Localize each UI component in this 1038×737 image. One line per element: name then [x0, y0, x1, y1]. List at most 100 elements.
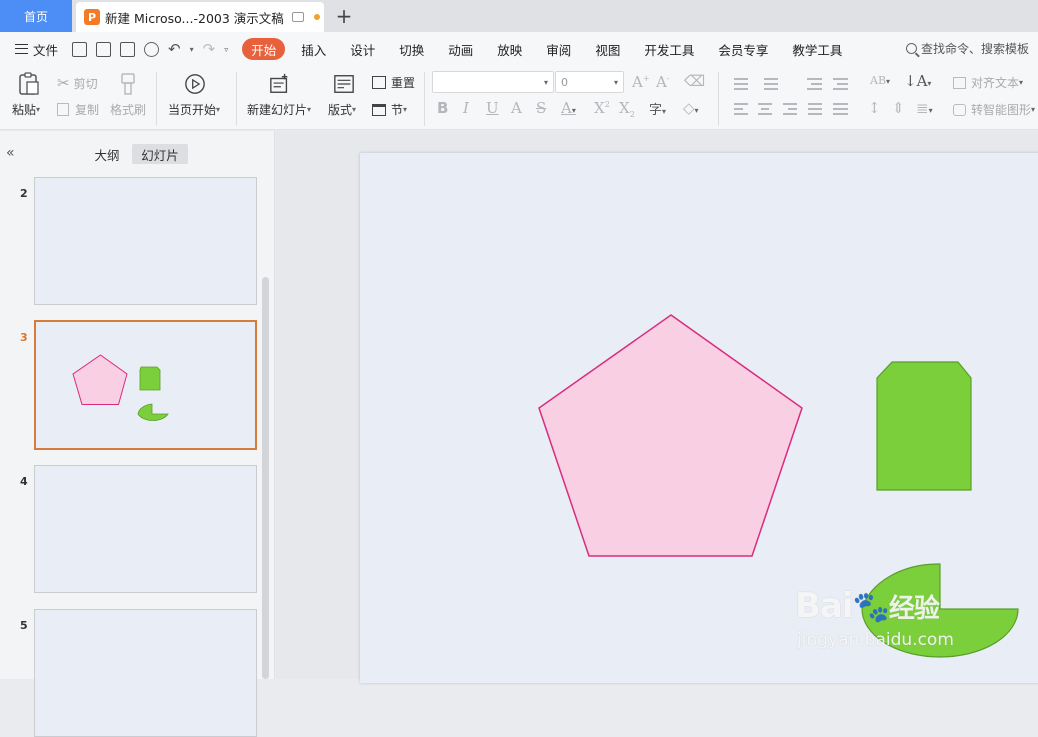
file-menu-button[interactable]: 文件 — [15, 40, 58, 59]
thumbnail-green-rect — [139, 366, 161, 391]
pentagon-shape[interactable] — [538, 314, 803, 557]
paragraph-spacing-icon[interactable]: ⇕ — [892, 99, 905, 117]
slide-thumbnail-5[interactable] — [34, 609, 257, 737]
menu-bar: 文件 ↶ ▾ ↷ ▿ 开始 插入 设计 切换 动画 放映 审阅 视图 开发工具 会… — [0, 32, 1038, 66]
subscript-icon[interactable]: X2 — [619, 99, 635, 119]
undo-dropdown-icon[interactable]: ▾ — [190, 45, 194, 54]
slide-thumbnail-4[interactable] — [34, 465, 257, 593]
slide-thumbnail-2[interactable] — [34, 177, 257, 305]
tab-member[interactable]: 会员专享 — [706, 38, 780, 60]
watermark-brand: Bai — [795, 586, 854, 626]
tab-developer[interactable]: 开发工具 — [632, 38, 706, 60]
tab-outline[interactable]: 大纲 — [88, 144, 126, 164]
print-icon[interactable] — [120, 41, 136, 57]
smart-graphic-button[interactable]: 转智能图形 ▾ — [953, 101, 1035, 118]
strikethrough-icon[interactable]: S — [536, 99, 546, 117]
tab-slideshow[interactable]: 放映 — [485, 38, 534, 60]
font-name-select[interactable]: ▾ — [432, 71, 554, 93]
underline-icon[interactable]: U — [486, 99, 499, 117]
file-menu-label: 文件 — [33, 42, 59, 58]
tab-teaching-tools[interactable]: 教学工具 — [780, 38, 854, 60]
layout-button[interactable]: 版式 ▾ — [328, 101, 356, 118]
command-search-label: 查找命令、搜索模板 — [921, 42, 1030, 56]
new-slide-button[interactable]: 新建幻灯片 ▾ — [247, 101, 311, 118]
copy-icon — [57, 103, 69, 116]
panel-scrollbar[interactable] — [262, 277, 269, 679]
tab-view[interactable]: 视图 — [583, 38, 632, 60]
tab-design[interactable]: 设计 — [338, 38, 387, 60]
paw-icon: 🐾 — [852, 590, 890, 625]
highlight-icon[interactable]: ◇▾ — [683, 99, 699, 117]
unsaved-dot-icon — [313, 14, 320, 20]
font-size-select[interactable]: 0 ▾ — [555, 71, 624, 93]
italic-icon[interactable]: I — [463, 99, 469, 117]
quick-access-toolbar: ↶ ▾ ↷ ▿ — [72, 41, 228, 57]
thumbnail-pentagon — [72, 354, 128, 405]
font-size-value: 0 — [561, 75, 568, 89]
format-painter-icon[interactable] — [118, 72, 140, 96]
ribbon-separator — [236, 72, 237, 126]
tab-transition[interactable]: 切换 — [387, 38, 436, 60]
slide-number: 3 — [20, 331, 28, 344]
decrease-font-icon[interactable]: A- — [656, 73, 670, 91]
collapse-panel-icon[interactable]: « — [6, 145, 15, 161]
increase-font-icon[interactable]: A+ — [632, 73, 650, 91]
tab-review[interactable]: 审阅 — [534, 38, 583, 60]
paste-button[interactable]: 粘贴 ▾ — [12, 101, 40, 118]
phonetic-guide-icon[interactable]: 字▾ — [649, 99, 666, 118]
tab-start[interactable]: 开始 — [242, 38, 286, 60]
thumbnail-preview — [72, 354, 169, 421]
save-icon[interactable] — [72, 41, 88, 57]
slide-number: 2 — [20, 187, 28, 200]
align-text-icon — [953, 76, 966, 89]
sort-icon[interactable]: ↓A▾ — [904, 72, 931, 90]
redo-icon[interactable]: ↷ — [203, 41, 216, 57]
tab-slides[interactable]: 幻灯片 — [132, 144, 188, 164]
superscript-icon[interactable]: X2 — [594, 99, 610, 117]
ribbon-toolbar: 粘贴 ▾ ✂ 剪切 复制 格式刷 当页开始 ▾ 新建幻灯片 ▾ 版式 ▾ 重置 节 ▾ ▾ … — [0, 66, 1038, 130]
align-text-button[interactable]: 对齐文本 ▾ — [953, 74, 1023, 91]
hamburger-icon — [15, 44, 28, 54]
new-tab-plus-icon[interactable]: + — [334, 4, 354, 28]
watermark-url: jingyan.baidu.com — [797, 630, 954, 650]
layout-icon[interactable] — [333, 72, 355, 96]
tab-home[interactable]: 首页 — [0, 0, 72, 32]
undo-icon[interactable]: ↶ — [168, 41, 181, 57]
window-icon[interactable] — [291, 12, 304, 22]
slide-thumbnail-3[interactable] — [34, 320, 257, 450]
watermark-brand-cn: 经验 — [888, 594, 940, 624]
thumbnail-green-pie — [137, 403, 169, 421]
tab-insert[interactable]: 插入 — [289, 38, 338, 60]
cut-button[interactable]: ✂ 剪切 — [57, 74, 98, 92]
export-icon[interactable] — [96, 41, 112, 57]
tab-document[interactable]: P 新建 Microso...-2003 演示文稿 — [76, 2, 324, 32]
reset-label: 重置 — [391, 76, 416, 90]
text-box-icon[interactable]: AB▾ — [870, 74, 890, 87]
bold-icon[interactable]: B — [437, 99, 448, 117]
customize-dropdown-icon[interactable]: ▿ — [224, 45, 228, 54]
section-label: 节 — [391, 103, 404, 117]
new-slide-icon[interactable] — [269, 72, 291, 96]
clear-format-icon[interactable]: ⌫ — [684, 72, 705, 90]
column-icon[interactable]: ≣▾ — [916, 99, 933, 117]
ribbon-separator — [424, 72, 425, 126]
section-button[interactable]: 节 ▾ — [372, 101, 407, 118]
line-spacing-icon[interactable]: ↕ — [868, 99, 881, 117]
shadow-icon[interactable]: A — [511, 99, 522, 117]
command-search[interactable]: 查找命令、搜索模板 — [906, 40, 1029, 57]
smart-graphic-label: 转智能图形 — [971, 103, 1032, 117]
section-icon — [372, 103, 386, 116]
play-from-current-icon[interactable] — [184, 72, 206, 96]
copy-button[interactable]: 复制 — [57, 101, 99, 118]
snipped-rectangle-shape[interactable] — [876, 361, 972, 491]
font-color-icon[interactable]: A▾ — [561, 99, 576, 117]
print-preview-icon[interactable] — [144, 41, 160, 57]
play-from-current-button[interactable]: 当页开始 ▾ — [168, 101, 220, 118]
slide-number: 5 — [20, 619, 28, 632]
paste-icon[interactable] — [18, 72, 40, 96]
document-title: 新建 Microso...-2003 演示文稿 — [105, 10, 284, 26]
tab-animation[interactable]: 动画 — [436, 38, 485, 60]
slide-number: 4 — [20, 475, 28, 488]
format-painter-button[interactable]: 格式刷 — [110, 101, 146, 118]
reset-button[interactable]: 重置 — [372, 74, 415, 91]
